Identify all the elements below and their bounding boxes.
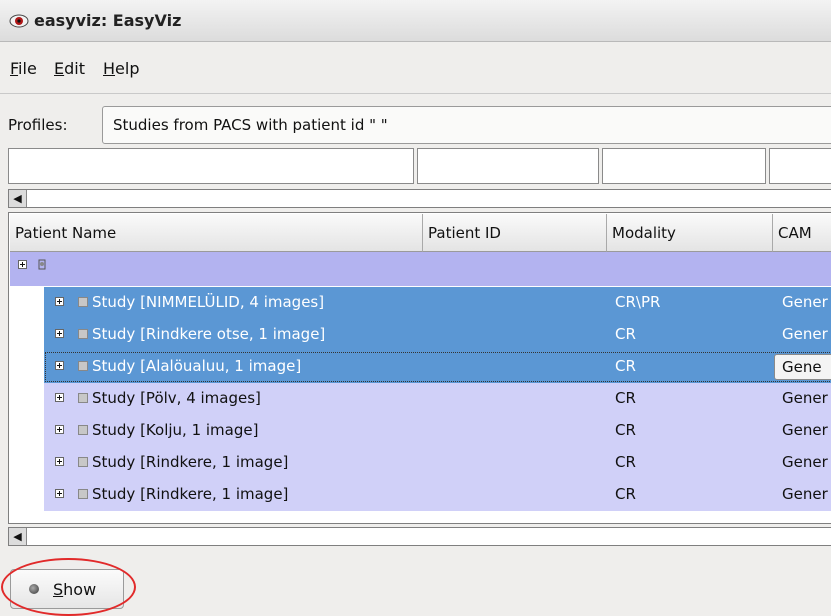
study-icon bbox=[78, 393, 88, 403]
expand-toggle-icon[interactable] bbox=[55, 297, 64, 306]
tree-root-row[interactable] bbox=[10, 252, 831, 286]
study-label: Study [Rindkere, 1 image] bbox=[92, 453, 289, 471]
cam-cell: Gener bbox=[782, 325, 828, 343]
study-label: Study [Pölv, 4 images] bbox=[92, 389, 261, 407]
study-label: Study [NIMMELÜLID, 4 images] bbox=[92, 293, 325, 311]
filter-cam-input[interactable] bbox=[769, 148, 831, 184]
column-header-patient-name[interactable]: Patient Name bbox=[10, 214, 423, 252]
menu-help-mnemonic: H bbox=[103, 59, 116, 78]
title-bar: easyviz: EasyViz bbox=[0, 0, 831, 42]
scroll-left-arrow-icon[interactable]: ◀ bbox=[9, 528, 27, 545]
study-label: Study [Kolju, 1 image] bbox=[92, 421, 259, 439]
cam-cell: Gener bbox=[782, 453, 828, 471]
study-row[interactable]: Study [Rindkere, 1 image] CR Gener bbox=[44, 447, 831, 479]
filter-patient-name-input[interactable] bbox=[8, 148, 414, 184]
study-row[interactable]: Study [Kolju, 1 image] CR Gener bbox=[44, 415, 831, 447]
study-label: Study [Rindkere, 1 image] bbox=[92, 485, 289, 503]
menu-bar: File Edit Help bbox=[0, 43, 831, 94]
column-header-modality[interactable]: Modality bbox=[607, 214, 773, 252]
cam-editor-button[interactable]: Gene bbox=[774, 354, 831, 380]
study-row[interactable]: Study [NIMMELÜLID, 4 images] CR\PR Gener bbox=[44, 287, 831, 319]
results-table: Patient Name Patient ID Modality CAM Stu… bbox=[8, 212, 831, 524]
column-header-cam[interactable]: CAM bbox=[773, 214, 831, 252]
expand-toggle-icon[interactable] bbox=[55, 425, 64, 434]
patient-node-icon bbox=[38, 259, 46, 270]
expand-toggle-icon[interactable] bbox=[55, 361, 64, 370]
filter-horizontal-scrollbar[interactable]: ◀ bbox=[8, 189, 831, 208]
expand-toggle-icon[interactable] bbox=[55, 457, 64, 466]
expand-toggle-icon[interactable] bbox=[55, 489, 64, 498]
study-row[interactable]: Study [Pölv, 4 images] CR Gener bbox=[44, 383, 831, 415]
modality-cell: CR bbox=[615, 421, 636, 439]
study-icon bbox=[78, 425, 88, 435]
cam-cell: Gener bbox=[782, 389, 828, 407]
filter-modality-input[interactable] bbox=[602, 148, 766, 184]
menu-edit-label: dit bbox=[64, 59, 85, 78]
modality-cell: CR bbox=[615, 325, 636, 343]
cam-cell: Gener bbox=[782, 485, 828, 503]
menu-edit[interactable]: Edit bbox=[54, 59, 85, 78]
study-icon bbox=[78, 329, 88, 339]
scroll-left-arrow-icon[interactable]: ◀ bbox=[9, 190, 27, 207]
study-icon bbox=[78, 361, 88, 371]
modality-cell: CR bbox=[615, 389, 636, 407]
menu-help-label: elp bbox=[115, 59, 140, 78]
filter-patient-id-input[interactable] bbox=[417, 148, 599, 184]
study-label: Study [Rindkere otse, 1 image] bbox=[92, 325, 326, 343]
study-label: Study [Alalöualuu, 1 image] bbox=[92, 357, 302, 375]
menu-file[interactable]: File bbox=[10, 59, 37, 78]
modality-cell: CR\PR bbox=[615, 293, 661, 311]
study-icon bbox=[78, 457, 88, 467]
profiles-dropdown[interactable]: Studies from PACS with patient id " " bbox=[102, 106, 831, 144]
menu-file-mnemonic: F bbox=[10, 59, 19, 78]
menu-edit-mnemonic: E bbox=[54, 59, 65, 78]
table-horizontal-scrollbar[interactable]: ◀ bbox=[8, 527, 831, 546]
menu-help[interactable]: Help bbox=[103, 59, 139, 78]
modality-cell: CR bbox=[615, 357, 636, 375]
highlight-annotation bbox=[1, 558, 136, 616]
study-row[interactable]: Study [Rindkere otse, 1 image] CR Gener bbox=[44, 319, 831, 351]
eye-icon bbox=[9, 14, 29, 28]
cam-cell: Gener bbox=[782, 421, 828, 439]
modality-cell: CR bbox=[615, 485, 636, 503]
collapse-toggle-icon[interactable] bbox=[18, 260, 27, 269]
study-row[interactable]: Study [Rindkere, 1 image] CR Gener bbox=[44, 479, 831, 511]
expand-toggle-icon[interactable] bbox=[55, 393, 64, 402]
modality-cell: CR bbox=[615, 453, 636, 471]
cam-cell: Gener bbox=[782, 293, 828, 311]
column-header-patient-id[interactable]: Patient ID bbox=[423, 214, 607, 252]
study-row-focused[interactable]: Study [Alalöualuu, 1 image] CR Gene bbox=[44, 351, 831, 383]
expand-toggle-icon[interactable] bbox=[55, 329, 64, 338]
study-icon bbox=[78, 489, 88, 499]
profiles-label: Profiles: bbox=[8, 116, 68, 134]
window-title: easyviz: EasyViz bbox=[34, 11, 182, 30]
study-icon bbox=[78, 297, 88, 307]
menu-file-label: ile bbox=[18, 59, 37, 78]
